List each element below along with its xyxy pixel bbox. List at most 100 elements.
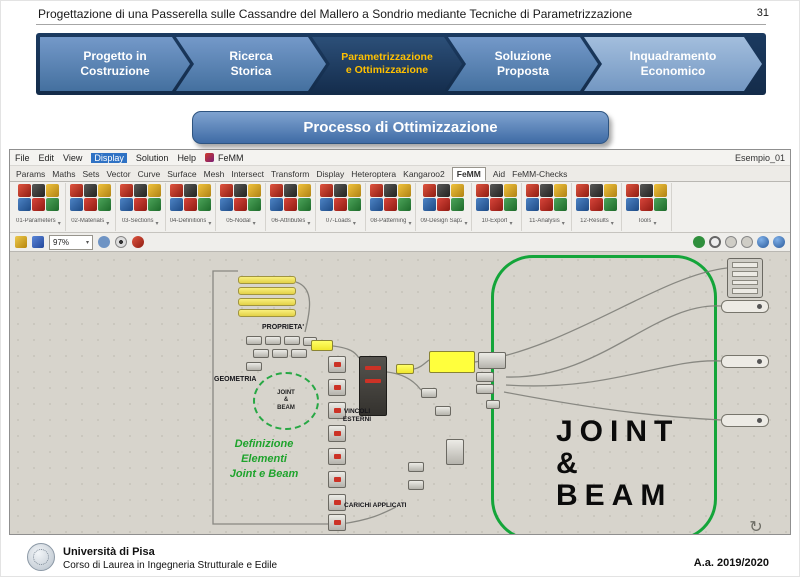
tool-icon[interactable] (504, 184, 517, 197)
open-file-icon[interactable] (15, 236, 27, 248)
paint-icon[interactable] (132, 236, 144, 248)
menu-item-display[interactable]: Display (91, 153, 127, 163)
tab-aid[interactable]: Aid (493, 169, 505, 179)
toolbar-group-caption[interactable]: 12-Results (580, 212, 614, 230)
toolbar-group-caption[interactable]: 02-Materials (71, 212, 109, 230)
tool-icon[interactable] (423, 184, 436, 197)
tool-icon[interactable] (198, 198, 211, 211)
gh-node[interactable] (284, 336, 300, 345)
tool-icon[interactable] (576, 184, 589, 197)
tool-icon[interactable] (320, 184, 333, 197)
tool-icon[interactable] (554, 184, 567, 197)
tool-icon[interactable] (32, 198, 45, 211)
tab-maths[interactable]: Maths (52, 169, 75, 179)
tool-icon[interactable] (540, 198, 553, 211)
tab-curve[interactable]: Curve (138, 169, 161, 179)
panel-node[interactable] (238, 298, 296, 306)
tool-icon[interactable] (134, 198, 147, 211)
gh-node-panel[interactable] (727, 258, 763, 298)
tool-icon[interactable] (170, 184, 183, 197)
tool-icon[interactable] (120, 184, 133, 197)
tool-icon[interactable] (398, 184, 411, 197)
tool-icon[interactable] (590, 198, 603, 211)
tab-surface[interactable]: Surface (167, 169, 196, 179)
tool-icon[interactable] (640, 198, 653, 211)
gh-node[interactable] (253, 349, 269, 358)
tool-icon[interactable] (654, 198, 667, 211)
rotate-view-icon[interactable] (746, 518, 766, 534)
tool-icon[interactable] (220, 198, 233, 211)
tool-icon[interactable] (451, 198, 464, 211)
tool-icon[interactable] (437, 184, 450, 197)
tool-icon[interactable] (626, 198, 639, 211)
preview-mode-icon[interactable] (773, 236, 785, 248)
tool-icon[interactable] (476, 198, 489, 211)
toolbar-group-caption[interactable]: 09-Design Sap2000 (420, 212, 467, 230)
menu-item-edit[interactable]: Edit (39, 153, 55, 163)
panel-node[interactable] (238, 309, 296, 317)
tool-icon[interactable] (84, 198, 97, 211)
tool-icon[interactable] (348, 198, 361, 211)
toolbar-group-caption[interactable]: 05-Nodal (226, 212, 255, 230)
preview-eye-icon[interactable] (115, 236, 127, 248)
tool-icon[interactable] (46, 184, 59, 197)
process-step-parametrizzazione-active[interactable]: Parametrizzazione e Ottimizzazione (312, 37, 462, 91)
toolbar-group-caption[interactable]: 07-Loads (326, 212, 356, 230)
tool-icon[interactable] (148, 198, 161, 211)
tool-icon[interactable] (604, 198, 617, 211)
tool-icon[interactable] (298, 184, 311, 197)
tool-icon[interactable] (490, 184, 503, 197)
tool-icon[interactable] (526, 184, 539, 197)
process-step-progetto[interactable]: Progetto in Costruzione (40, 37, 190, 91)
toolbar-group-caption[interactable]: 08-Patterning (370, 212, 411, 230)
tool-icon[interactable] (384, 198, 397, 211)
tool-icon[interactable] (32, 184, 45, 197)
tab-heteroptera[interactable]: Heteroptera (351, 169, 396, 179)
gh-node[interactable] (478, 352, 506, 369)
tool-icon[interactable] (451, 184, 464, 197)
zoom-select[interactable]: 97% (49, 235, 93, 250)
toolbar-group-caption[interactable]: 06-Attributes (271, 212, 310, 230)
gh-node-constraint[interactable] (328, 356, 346, 373)
gh-node[interactable] (446, 439, 464, 465)
gh-node-constraint[interactable] (328, 379, 346, 396)
tab-kangaroo2[interactable]: Kangaroo2 (403, 169, 445, 179)
tool-icon[interactable] (398, 198, 411, 211)
tool-icon[interactable] (370, 184, 383, 197)
tool-icon[interactable] (626, 184, 639, 197)
tab-femm[interactable]: FeMM (452, 167, 486, 181)
tab-display[interactable]: Display (316, 169, 344, 179)
tool-icon[interactable] (134, 184, 147, 197)
gh-node-constraint[interactable] (328, 425, 346, 442)
panel-node[interactable] (238, 276, 296, 284)
preview-mode-icon[interactable] (757, 236, 769, 248)
tool-icon[interactable] (234, 198, 247, 211)
gh-node-constraint[interactable] (328, 448, 346, 465)
tab-sets[interactable]: Sets (82, 169, 99, 179)
tool-icon[interactable] (84, 184, 97, 197)
process-step-inquadramento[interactable]: Inquadramento Economico (584, 37, 762, 91)
wire-display-icon[interactable] (725, 236, 737, 248)
tool-icon[interactable] (604, 184, 617, 197)
toolbar-group-caption[interactable]: Tools (637, 212, 656, 230)
gh-node[interactable] (486, 400, 500, 409)
toolbar-group-caption[interactable]: 10-Export (481, 212, 512, 230)
tool-icon[interactable] (526, 198, 539, 211)
tab-intersect[interactable]: Intersect (231, 169, 264, 179)
tool-icon[interactable] (370, 198, 383, 211)
tool-icon[interactable] (476, 184, 489, 197)
menu-item-file[interactable]: File (15, 153, 30, 163)
gh-canvas[interactable]: PROPRIETA' GEOMETRIA JOINT & BEAM (10, 252, 790, 534)
tool-icon[interactable] (284, 198, 297, 211)
shaded-display-icon[interactable] (741, 236, 753, 248)
tab-mesh[interactable]: Mesh (204, 169, 225, 179)
gh-node[interactable] (476, 384, 494, 394)
menu-item-solution[interactable]: Solution (136, 153, 169, 163)
tool-icon[interactable] (334, 198, 347, 211)
gh-node-yellow[interactable] (311, 340, 333, 351)
menu-item-help[interactable]: Help (177, 153, 196, 163)
tool-icon[interactable] (590, 184, 603, 197)
tool-icon[interactable] (170, 198, 183, 211)
tab-params[interactable]: Params (16, 169, 45, 179)
tool-icon[interactable] (184, 184, 197, 197)
